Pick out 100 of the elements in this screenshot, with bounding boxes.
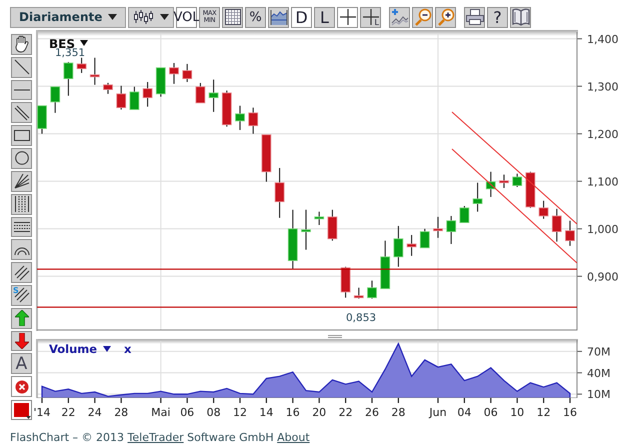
horizontal-lines-icon xyxy=(14,220,30,233)
high-value-label: 1,351 xyxy=(55,47,86,59)
channel-lines-icon xyxy=(14,287,30,304)
horizontal-line-tool[interactable] xyxy=(11,80,32,100)
date-label: 16 xyxy=(563,406,577,419)
chart-overlay-button[interactable] xyxy=(268,6,289,28)
about-link[interactable]: About xyxy=(277,431,310,444)
candlestick xyxy=(156,67,166,98)
indicator-title[interactable]: Volume xyxy=(49,342,98,356)
candlestick xyxy=(420,228,430,248)
horizontal-line-icon xyxy=(14,88,30,92)
fan-tool[interactable] xyxy=(11,170,32,192)
caret-icon[interactable] xyxy=(103,346,111,352)
line-icon xyxy=(14,59,30,76)
candlestick-icon xyxy=(133,10,153,24)
candlestick xyxy=(552,208,562,242)
resize-handle[interactable] xyxy=(328,335,342,338)
candlestick xyxy=(354,287,364,300)
date-label: 24 xyxy=(88,406,102,419)
candlestick xyxy=(328,209,338,242)
delete-tool[interactable] xyxy=(11,376,32,398)
book-button[interactable] xyxy=(510,6,531,28)
company-link[interactable]: TeleTrader xyxy=(128,431,184,444)
caret-icon xyxy=(26,416,31,420)
channel-tool[interactable] xyxy=(11,262,32,283)
period-dropdown[interactable]: Diariamente xyxy=(10,6,126,28)
date-label: Mai xyxy=(151,406,170,419)
arrow-down-tool[interactable] xyxy=(11,330,32,352)
candlestick xyxy=(103,82,113,94)
ellipse-tool[interactable] xyxy=(11,148,32,169)
add-indicator-button[interactable] xyxy=(389,6,410,28)
arcs-tool[interactable] xyxy=(11,239,32,260)
candlestick xyxy=(538,200,548,220)
hand-tool[interactable] xyxy=(11,34,32,55)
candlestick xyxy=(565,220,575,246)
grid-button[interactable] xyxy=(222,6,243,28)
channel-lines-icon xyxy=(14,264,30,281)
candlestick xyxy=(274,167,284,218)
caret-icon xyxy=(160,14,169,20)
candlestick xyxy=(37,105,47,134)
axis-label: 1,400 xyxy=(587,32,618,46)
parallel-lines-tool[interactable] xyxy=(11,102,32,124)
crosshair-icon xyxy=(340,9,356,25)
rectangle-icon xyxy=(14,130,30,142)
printer-icon xyxy=(466,9,484,25)
arrow-up-tool[interactable] xyxy=(11,308,32,329)
color-picker[interactable] xyxy=(11,400,32,420)
up-arrow-icon xyxy=(14,310,28,326)
candlestick xyxy=(262,134,272,182)
print-button[interactable] xyxy=(464,6,485,28)
candlestick xyxy=(486,171,496,198)
date-label: 04 xyxy=(457,406,472,419)
book-icon xyxy=(512,8,530,26)
date-label: 22 xyxy=(61,406,76,419)
date-label: 26 xyxy=(365,406,379,419)
date-label: 06 xyxy=(180,406,194,419)
candlestick xyxy=(433,216,443,238)
line-tool[interactable] xyxy=(11,56,32,78)
date-label: 12 xyxy=(536,406,551,419)
horizontal-grid-tool[interactable] xyxy=(11,216,32,238)
candlestick xyxy=(367,280,377,300)
toolbar-button[interactable]: L xyxy=(314,6,335,28)
zoom-in-button[interactable] xyxy=(435,6,456,28)
fan-lines-icon xyxy=(14,173,30,190)
grid-icon xyxy=(224,9,240,25)
candlestick xyxy=(512,173,522,188)
candlestick xyxy=(340,266,350,298)
date-label: 14 xyxy=(259,406,274,419)
axis-label: 10M xyxy=(587,388,610,398)
toolbar-button[interactable]: D xyxy=(291,6,312,28)
crosshair-label-button[interactable]: L xyxy=(360,6,381,28)
text-tool[interactable]: A xyxy=(11,353,32,374)
axis-label: 1,000 xyxy=(587,222,618,236)
chart-type-dropdown[interactable] xyxy=(128,6,174,28)
close-button[interactable]: x xyxy=(124,342,132,356)
toolbar-button[interactable]: VOL xyxy=(176,6,197,28)
candlestick xyxy=(90,57,100,86)
caret-icon[interactable] xyxy=(80,40,88,46)
crosshair-button[interactable] xyxy=(337,6,358,28)
candlestick xyxy=(116,85,126,110)
zoom-in-icon xyxy=(436,8,454,26)
date-label: Jun xyxy=(429,406,447,419)
date-label: 22 xyxy=(338,406,353,419)
axis-label: 40M xyxy=(587,366,610,380)
candlestick xyxy=(446,215,456,244)
rectangle-tool[interactable] xyxy=(11,125,32,146)
axis-label: 0,900 xyxy=(587,270,618,284)
date-label: 12 xyxy=(233,406,247,419)
candlestick xyxy=(301,209,311,250)
date-label: 28 xyxy=(391,406,406,419)
candlestick xyxy=(222,90,232,128)
candlestick xyxy=(526,171,536,208)
toolbar-button[interactable]: ? xyxy=(487,6,508,28)
candlestick xyxy=(380,240,390,290)
vertical-grid-tool[interactable] xyxy=(11,194,32,214)
axis-label: 1,300 xyxy=(587,80,618,94)
date-label: 10 xyxy=(510,406,524,419)
copyright-text: FlashChart – © 2013 TeleTrader Software GmbH About xyxy=(10,431,310,444)
toolbar-button[interactable]: % xyxy=(245,6,266,28)
date-label: 28 xyxy=(114,406,128,419)
